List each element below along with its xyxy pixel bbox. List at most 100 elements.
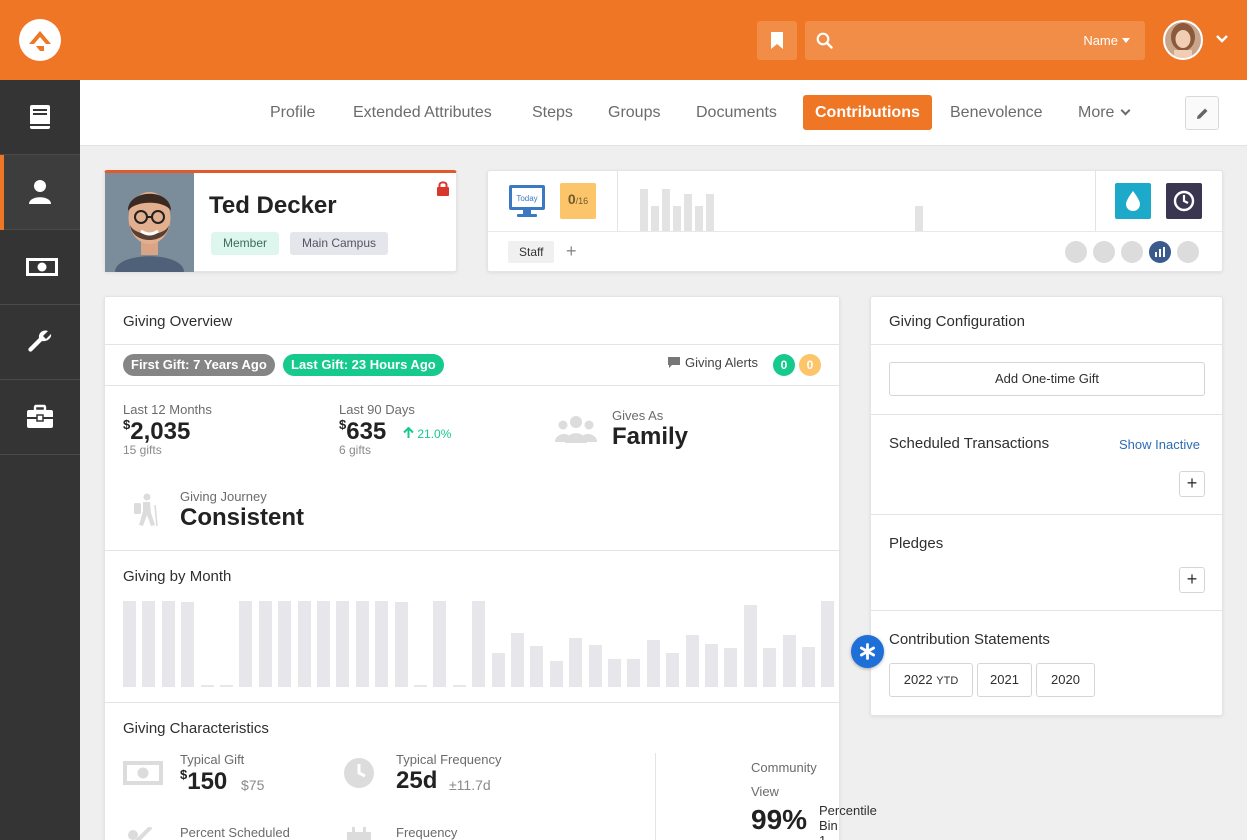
attendance-bars [640,181,1110,231]
edit-button[interactable] [1185,96,1219,130]
typical-frequency-label: Typical Frequency [396,752,502,767]
chart-icon[interactable] [1149,241,1171,263]
statement-2022-button[interactable]: 2022 YTD [889,663,973,697]
month-bar[interactable] [705,644,718,687]
calendar-icon [347,827,371,840]
month-bar[interactable] [375,601,389,687]
search-type-dropdown[interactable]: Name [1083,33,1130,48]
month-bar[interactable] [414,685,427,687]
last90-change: 21.0% [403,426,451,441]
typical-gift-label: Typical Gift [180,752,245,767]
sidebar-item-people[interactable] [0,155,80,230]
month-bar[interactable] [549,661,563,687]
sidebar-item-tools[interactable] [0,305,80,380]
tab-more[interactable]: More [1066,95,1141,130]
chat-icon[interactable] [1121,241,1143,263]
tab-groups[interactable]: Groups [596,95,672,130]
month-bar[interactable] [530,646,544,687]
month-bar[interactable] [491,653,505,687]
tab-contributions[interactable]: Contributions [803,95,932,130]
last-visit-badge[interactable] [1166,183,1202,219]
last-gift-pill: Last Gift: 23 Hours Ago [283,354,444,376]
month-bar[interactable] [588,645,602,687]
month-bar[interactable] [646,640,660,687]
month-bar[interactable] [161,601,175,687]
giving-alerts-label: Giving Alerts [685,355,758,370]
add-pledge-button[interactable]: + [1179,567,1205,593]
pledges-title: Pledges [889,535,944,552]
month-bar[interactable] [511,633,524,687]
typical-frequency-value: 25d [396,767,438,794]
tab-documents[interactable]: Documents [684,95,789,130]
month-bar[interactable] [433,601,447,687]
tab-benevolence[interactable]: Benevolence [938,95,1055,130]
add-tag-button[interactable]: + [566,240,577,262]
search-input[interactable] [845,30,1065,52]
add-one-time-gift-button[interactable]: Add One-time Gift [889,362,1205,396]
key-icon[interactable] [1177,241,1199,263]
month-bar[interactable] [258,601,272,687]
divider [105,550,839,551]
tab-steps[interactable]: Steps [520,95,585,130]
alerts-yellow-count[interactable]: 0 [799,354,821,376]
bookmark-button[interactable] [757,21,797,60]
add-scheduled-transaction-button[interactable]: + [1179,471,1205,497]
month-bar[interactable] [239,601,253,687]
tab-extended-attributes[interactable]: Extended Attributes [341,95,504,130]
statement-2020-button[interactable]: 2020 [1036,663,1095,697]
month-bar[interactable] [472,601,486,687]
month-bar[interactable] [743,605,757,687]
month-bar[interactable] [763,648,777,687]
tag-staff[interactable]: Staff [508,241,555,263]
sidebar-item-admin[interactable] [0,380,80,455]
sidebar-item-finance[interactable] [0,230,80,305]
monitor-icon: Today [509,185,545,217]
asterisk-icon [860,643,875,660]
statement-2021-button[interactable]: 2021 [977,663,1032,697]
user-avatar[interactable] [1163,20,1203,60]
month-bar[interactable] [724,648,738,687]
chevron-down-icon[interactable] [1215,34,1229,44]
month-bar[interactable] [821,601,835,687]
money-icon [26,258,58,276]
month-bar[interactable] [627,659,641,687]
pencil-icon [1197,108,1208,119]
giving-badge[interactable] [1115,183,1151,219]
month-bar[interactable] [394,602,408,687]
water-drop-icon [1126,191,1140,211]
rock-logo-icon[interactable] [19,19,61,61]
month-bar[interactable] [685,635,699,687]
caret-down-icon [1122,38,1130,43]
month-bar[interactable] [608,659,621,687]
month-bar[interactable] [297,601,311,687]
giving-alerts[interactable]: Giving Alerts [667,355,758,370]
giving-overview-title: Giving Overview [123,313,233,330]
divider [105,385,839,386]
month-bar[interactable] [569,638,583,687]
month-bar[interactable] [355,601,369,687]
sidebar-item-book[interactable] [0,80,80,155]
tab-profile[interactable]: Profile [258,95,327,130]
top-bar: Name [0,0,1247,80]
attendance-count-badge[interactable]: 0/16 [560,183,596,219]
attendance-bar [706,194,714,231]
month-bar[interactable] [142,601,156,687]
month-bar[interactable] [123,601,136,687]
month-bar[interactable] [452,685,466,687]
attendance-bar [673,206,681,231]
video-icon[interactable] [1065,241,1087,263]
month-bar[interactable] [278,601,292,687]
last90-amount: 635 [346,418,387,445]
month-bar[interactable] [220,685,233,687]
month-bar[interactable] [802,647,815,687]
month-bar[interactable] [782,635,796,687]
alerts-green-count[interactable]: 0 [773,354,795,376]
month-bar[interactable] [317,601,330,687]
show-inactive-link[interactable]: Show Inactive [1119,437,1200,452]
month-bar[interactable] [666,653,680,687]
month-bar[interactable] [336,601,350,687]
month-bar[interactable] [200,685,214,687]
gift-icon[interactable] [1093,241,1115,263]
month-bar[interactable] [181,602,195,687]
help-fab-button[interactable] [851,635,884,668]
